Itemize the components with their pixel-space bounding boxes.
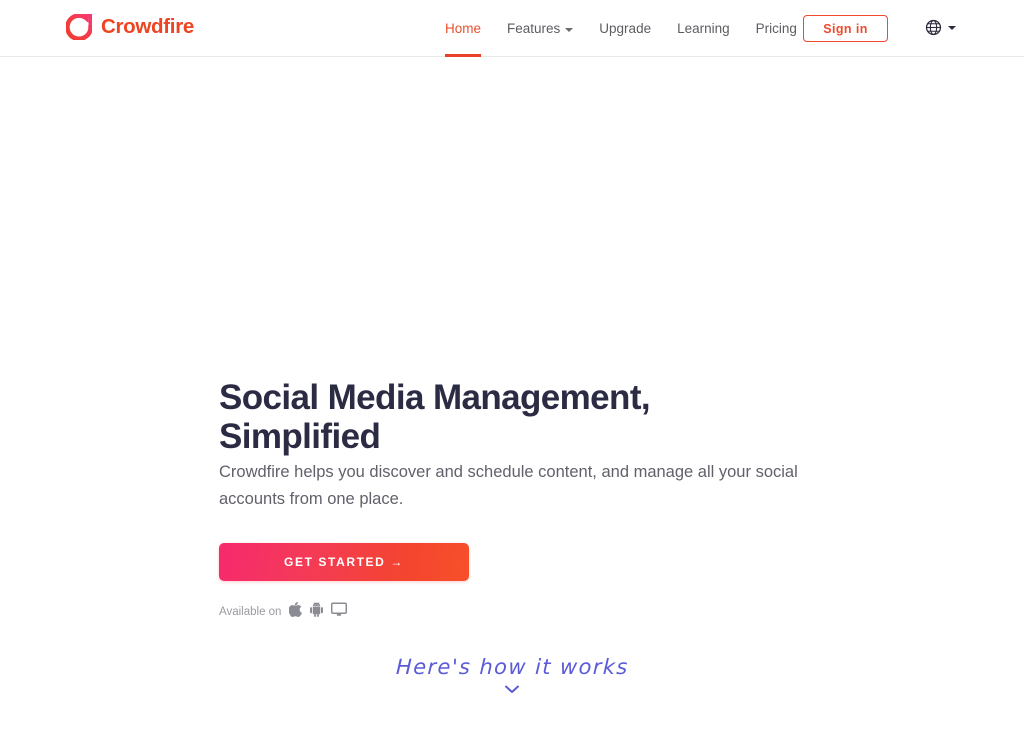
available-on-label: Available on [219,606,282,618]
nav-item-learning-label: Learning [677,21,730,36]
chevron-down-icon [948,25,956,30]
sign-in-button[interactable]: Sign in [803,15,888,42]
globe-icon [925,19,942,36]
scroll-hint[interactable]: Here's how it works [0,655,1024,694]
nav-item-upgrade-label: Upgrade [599,21,652,36]
nav-item-upgrade[interactable]: Upgrade [599,0,651,57]
available-on-row: Available on [219,602,348,622]
brand-name: Crowdfire [101,15,194,38]
chevron-down-icon [565,27,574,32]
apple-icon[interactable] [289,602,303,622]
language-selector[interactable] [925,19,956,36]
crowdfire-ring-logo-icon [66,14,92,40]
sign-in-label: Sign in [823,21,868,36]
main-navigation: Home Features Upgrade Learning Pricing [445,0,797,57]
hero-subheading: Crowdfire helps you discover and schedul… [219,463,798,508]
scroll-hint-label: Here's how it works [395,655,629,679]
android-icon[interactable] [310,602,324,622]
chevron-down-icon[interactable] [504,685,520,694]
headline-line-2: Simplified [219,417,381,456]
brand-logo-link[interactable]: Crowdfire [66,14,194,40]
desktop-icon[interactable] [331,602,348,622]
nav-item-learning[interactable]: Learning [677,0,730,57]
page-title: Social Media Management, Simplified [219,378,651,456]
nav-item-home-label: Home [445,21,482,36]
nav-item-features[interactable]: Features [507,0,574,57]
site-header: Crowdfire Home Features Upgrade Learning… [0,0,1024,57]
nav-item-pricing-label: Pricing [755,21,797,36]
hero-section: Social Media Management, Simplified Crow… [0,57,1024,753]
nav-item-features-label: Features [507,21,561,36]
get-started-button[interactable]: GET STARTED → [219,543,469,581]
nav-item-home[interactable]: Home [445,0,482,57]
nav-item-pricing[interactable]: Pricing [756,0,797,57]
headline-line-1: Social Media Management, [219,378,651,417]
